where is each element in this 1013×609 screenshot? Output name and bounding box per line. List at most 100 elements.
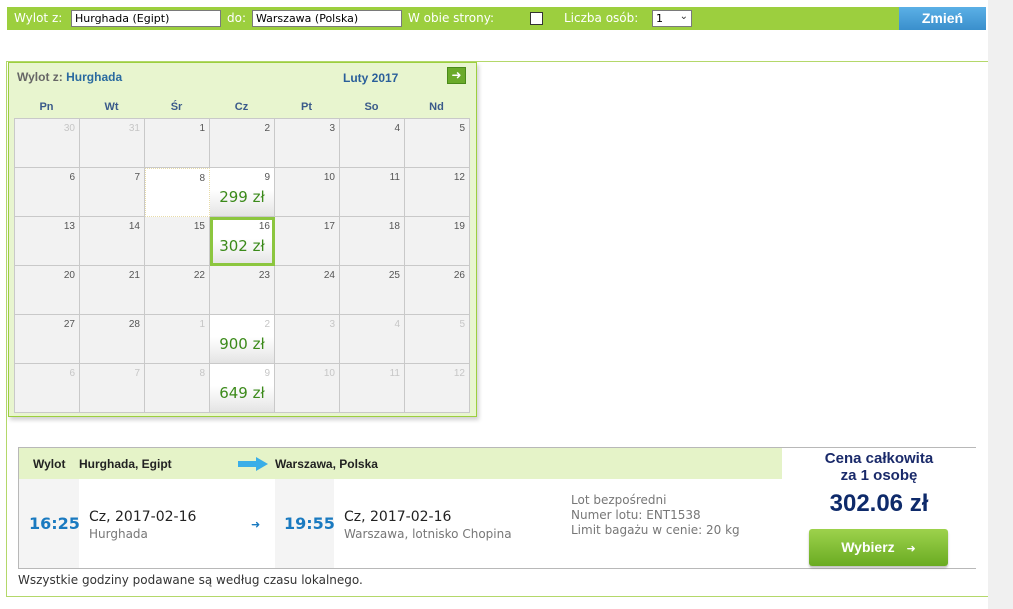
- calendar-day: 26: [405, 266, 470, 315]
- day-number: 2: [264, 123, 270, 134]
- day-number: 10: [323, 368, 335, 379]
- arrival-date: Cz, 2017-02-16: [344, 509, 452, 525]
- calendar-day: 31: [80, 119, 145, 168]
- day-number: 16: [258, 221, 270, 232]
- calendar-day: 15: [145, 217, 210, 266]
- timezone-note: Wszystkie godziny podawane są według cza…: [18, 573, 363, 587]
- weekday-label: Pt: [301, 101, 312, 113]
- day-number: 14: [128, 221, 140, 232]
- arrival-place: Warszawa, lotnisko Chopina: [344, 527, 512, 541]
- day-number: 11: [389, 172, 400, 183]
- day-number: 4: [394, 123, 400, 134]
- calendar-grid: Pn Wt Śr Cz Pt So Nd 30 31 1 2 3 4 5 6 7 8 9 299 zł 10 11 12…: [14, 96, 470, 413]
- day-number: 12: [453, 368, 465, 379]
- day-number: 2: [264, 319, 270, 330]
- arrow-right-icon: ➜: [451, 68, 462, 82]
- day-number: 9: [264, 172, 270, 183]
- day-number: 26: [453, 270, 465, 281]
- day-number: 1: [199, 319, 205, 330]
- departure-date: Cz, 2017-02-16: [89, 509, 197, 525]
- day-number: 8: [199, 173, 205, 184]
- day-number: 12: [453, 172, 465, 183]
- persons-value: 1: [656, 12, 663, 25]
- day-number: 6: [69, 368, 75, 379]
- calendar-day: 11: [340, 364, 405, 413]
- persons-select[interactable]: 1 ⌄: [652, 10, 692, 27]
- weekday-label: Cz: [234, 101, 249, 113]
- day-number: 4: [394, 319, 400, 330]
- calendar-day: 8: [145, 364, 210, 413]
- calendar-day: 18: [340, 217, 405, 266]
- arrow-right-small-icon: ➜: [251, 519, 261, 531]
- day-number: 20: [63, 270, 75, 281]
- calendar-day: 17: [275, 217, 340, 266]
- flight-summary: Wylot Hurghada, Egipt Warszawa, Polska 1…: [18, 447, 976, 569]
- total-amount: 302.06 zł: [829, 490, 929, 517]
- day-number: 13: [63, 221, 75, 232]
- calendar-day-with-price[interactable]: 16 302 zł: [210, 217, 275, 266]
- total-caption-line1: Cena całkowita: [824, 450, 934, 467]
- calendar-day: 6: [15, 168, 80, 217]
- day-number: 24: [323, 270, 335, 281]
- calendar-day: 7: [80, 364, 145, 413]
- day-number: 23: [258, 270, 270, 281]
- day-price: 900 zł: [219, 335, 265, 353]
- calendar-day: 10: [275, 168, 340, 217]
- calendar-day-with-price[interactable]: 9 649 zł: [210, 364, 275, 413]
- day-number: 5: [459, 319, 465, 330]
- calendar-panel: Wylot z: Hurghada Luty 2017 ➜ Pn Wt Śr Cz Pt…: [8, 62, 477, 417]
- departure-place: Hurghada: [89, 527, 148, 541]
- day-number: 15: [193, 221, 205, 232]
- calendar-day: 19: [405, 217, 470, 266]
- day-number: 9: [264, 368, 270, 379]
- day-number: 10: [323, 172, 335, 183]
- calendar-day: 1: [145, 119, 210, 168]
- calendar-day: 3: [275, 315, 340, 364]
- calendar-day-with-price[interactable]: 9 299 zł: [210, 168, 275, 217]
- total-caption: Cena całkowita za 1 osobę: [782, 450, 976, 484]
- next-month-button[interactable]: ➜: [447, 67, 466, 84]
- from-label: Wylot z:: [14, 11, 63, 25]
- calendar-day: 14: [80, 217, 145, 266]
- calendar-day: 23: [210, 266, 275, 315]
- choose-button[interactable]: Wybierz ➜: [809, 529, 948, 566]
- calendar-day: 5: [405, 119, 470, 168]
- calendar-day: 12: [405, 168, 470, 217]
- to-input[interactable]: Warszawa (Polska): [252, 10, 402, 27]
- calendar-day: 2: [210, 119, 275, 168]
- calendar-day: 12: [405, 364, 470, 413]
- day-number: 22: [193, 270, 205, 281]
- day-number: 3: [329, 319, 335, 330]
- weekday-label: Pn: [39, 101, 54, 113]
- day-number: 8: [199, 368, 205, 379]
- flight-type: Lot bezpośredni: [571, 493, 667, 507]
- page-right-margin: [988, 0, 1013, 609]
- day-number: 28: [128, 319, 140, 330]
- weekday-label: Śr: [170, 101, 183, 113]
- roundtrip-checkbox[interactable]: [530, 12, 543, 25]
- day-number: 7: [134, 368, 140, 379]
- weekday-header: Pn Wt Śr Cz Pt So Nd: [14, 96, 470, 118]
- calendar-day-with-price[interactable]: 2 900 zł: [210, 315, 275, 364]
- calendar-day: 28: [80, 315, 145, 364]
- calendar-day: 30: [15, 119, 80, 168]
- roundtrip-label: W obie strony:: [408, 11, 495, 25]
- weekday-label: So: [364, 101, 379, 113]
- calendar-day: 8: [145, 168, 210, 217]
- arrival-time: 19:55: [284, 514, 335, 533]
- search-bar: Wylot z: Hurghada (Egipt) do: Warszawa (…: [7, 7, 986, 30]
- day-number: 25: [388, 270, 400, 281]
- calendar-days: 30 31 1 2 3 4 5 6 7 8 9 299 zł 10 11 12 13 14 15 16 302 zł 1…: [14, 118, 470, 413]
- day-number: 21: [128, 270, 140, 281]
- calendar-departure: Wylot z: Hurghada: [17, 70, 122, 84]
- calendar-day: 3: [275, 119, 340, 168]
- from-input[interactable]: Hurghada (Egipt): [71, 10, 221, 27]
- chevron-down-icon: ⌄: [679, 11, 688, 22]
- day-number: 3: [329, 123, 335, 134]
- calendar-day: 10: [275, 364, 340, 413]
- calendar-departure-label: Wylot z:: [17, 70, 63, 84]
- calendar-month: Luty 2017: [343, 71, 399, 85]
- change-button[interactable]: Zmień: [899, 7, 986, 30]
- total-caption-line2: za 1 osobę: [840, 467, 918, 484]
- day-number: 5: [459, 123, 465, 134]
